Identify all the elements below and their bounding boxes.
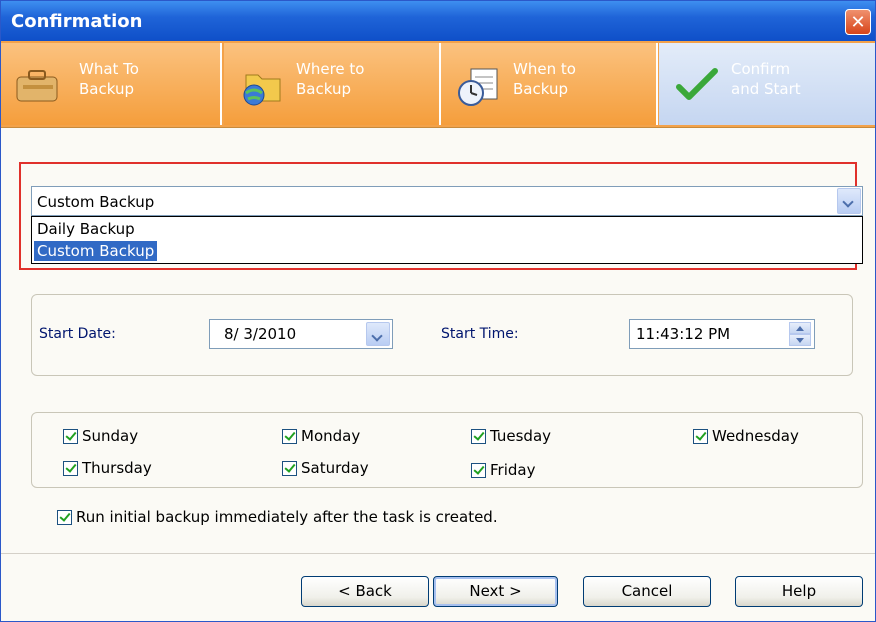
checkbox-thursday[interactable]: Thursday [63,459,152,477]
checkbox-checked-icon[interactable] [63,428,78,444]
checkbox-label: Saturday [301,459,369,477]
wizard-steps: What To Backup Where to Backup When to B… [1,41,875,128]
start-time-field[interactable]: 11:43:12 PM [629,319,815,349]
step-label-line2: Backup [296,80,351,98]
checkbox-friday[interactable]: Friday [471,461,535,479]
step-label-line1: What To [79,60,139,78]
checkbox-saturday[interactable]: Saturday [282,459,369,477]
folder-globe-icon [243,74,281,106]
checkbox-label: Monday [301,427,361,445]
back-button[interactable]: < Back [301,576,429,607]
start-date-picker[interactable]: 8/ 3/2010 [209,319,393,349]
checkbox-label: Tuesday [490,427,552,445]
checkbox-tuesday[interactable]: Tuesday [471,427,551,445]
chevron-down-icon[interactable] [837,188,861,214]
checkmark-icon [676,68,718,100]
run-initial-backup-label: Run initial backup immediately after the… [76,508,498,526]
schedule-type-combobox[interactable]: Custom Backup [31,186,863,216]
cancel-button[interactable]: Cancel [583,576,711,607]
chevron-down-icon[interactable] [366,322,390,346]
step-label-line1: When to [513,60,576,78]
step-what-to-backup[interactable]: What To Backup [1,43,222,125]
schedule-type-dropdown-list: Daily Backup Custom Backup [31,216,863,264]
briefcase-icon [16,70,58,102]
spin-up-icon[interactable] [789,322,811,334]
step-label-line2: Backup [513,80,568,98]
step-label-line1: Confirm [731,60,791,78]
checkbox-checked-icon[interactable] [471,428,486,444]
checkbox-checked-icon[interactable] [471,462,486,478]
step-label-line2: Backup [79,80,134,98]
checkbox-label: Wednesday [712,427,799,445]
checkbox-label: Sunday [82,427,139,445]
option-daily-backup[interactable]: Daily Backup [34,219,138,239]
start-time-label: Start Time: [441,326,519,342]
schedule-type-value: Custom Backup [37,193,155,211]
checkbox-checked-icon[interactable] [282,428,297,444]
checkbox-wednesday[interactable]: Wednesday [693,427,799,445]
start-date-value: 8/ 3/2010 [224,325,297,343]
start-date-label: Start Date: [39,326,116,342]
title-bar[interactable]: Confirmation ✕ [1,1,875,41]
checkbox-run-initial-backup[interactable]: Run initial backup immediately after the… [57,508,498,526]
step-confirm-and-start[interactable]: Confirm and Start [659,43,875,125]
checkbox-checked-icon[interactable] [693,428,708,444]
checkbox-checked-icon[interactable] [57,509,72,525]
checkbox-label: Friday [490,461,536,479]
checkbox-checked-icon[interactable] [282,460,297,476]
time-spinner[interactable] [789,322,811,346]
next-button[interactable]: Next > [433,576,558,607]
start-time-value: 11:43:12 PM [636,325,731,343]
window-title: Confirmation [11,11,143,32]
confirmation-dialog: Confirmation ✕ What To Backup Where to B… [0,0,876,622]
step-label-line2: and Start [731,80,801,98]
days-group: Sunday Monday Tuesday Wednesday Thursday… [31,412,863,488]
datetime-group: Start Date: 8/ 3/2010 Start Time: 11:43:… [31,294,853,376]
checkbox-monday[interactable]: Monday [282,427,360,445]
schedule-type-frame: Custom Backup Daily Backup Custom Backup [19,162,863,270]
content-area: Custom Backup Daily Backup Custom Backup… [1,128,875,553]
checkbox-sunday[interactable]: Sunday [63,427,138,445]
close-button[interactable]: ✕ [845,9,871,35]
step-when-to-backup[interactable]: When to Backup [441,43,658,125]
option-custom-backup[interactable]: Custom Backup [34,241,158,261]
step-label-line1: Where to [296,60,365,78]
checkbox-checked-icon[interactable] [63,460,78,476]
help-button[interactable]: Help [735,576,863,607]
button-bar-divider [1,553,875,554]
step-where-to-backup[interactable]: Where to Backup [224,43,441,125]
clock-calendar-icon [458,68,498,106]
spin-down-icon[interactable] [789,334,811,346]
checkbox-label: Thursday [82,459,152,477]
